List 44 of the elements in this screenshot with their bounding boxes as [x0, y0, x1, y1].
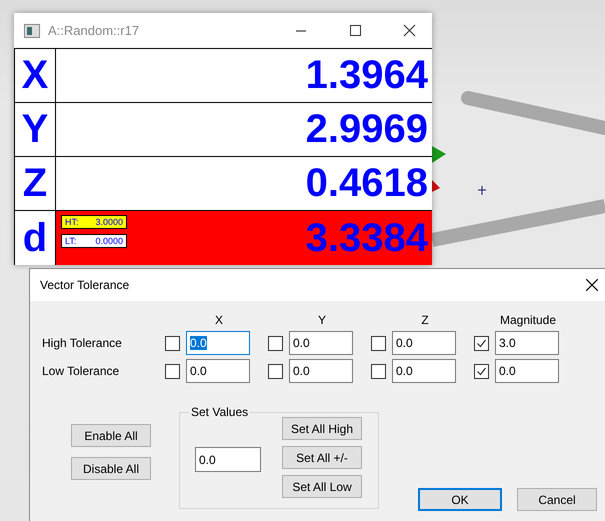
input-field[interactable]: 0.0	[495, 359, 559, 383]
row-label: High Tolerance	[42, 336, 123, 350]
tolerance-tag: HT: 3.0000	[61, 215, 127, 229]
column-header: Magnitude	[498, 313, 558, 327]
checkbox[interactable]	[474, 364, 489, 378]
toggle-button[interactable]: Enable All	[71, 424, 151, 447]
checkmark-icon	[476, 366, 487, 376]
column-header: Z	[420, 313, 430, 327]
dialog-title: Vector Tolerance	[40, 278, 130, 292]
column-header: X	[214, 313, 224, 327]
checkbox[interactable]	[268, 336, 283, 350]
set-button[interactable]: Set All High	[282, 417, 362, 440]
value-text: 0.4618	[306, 161, 428, 206]
input-field[interactable]: 0.0	[392, 331, 456, 355]
input-field[interactable]: 0.0	[289, 331, 353, 355]
input-field[interactable]: 0.0	[186, 359, 250, 383]
checkbox[interactable]	[474, 336, 489, 350]
checkbox[interactable]	[268, 364, 283, 378]
checkbox[interactable]	[371, 336, 386, 350]
set-button[interactable]: Set All +/-	[282, 446, 362, 469]
tolerance-tag: LT: 0.0000	[61, 234, 127, 248]
ok-button[interactable]: OK	[418, 488, 502, 511]
checkbox[interactable]	[165, 336, 180, 350]
input-field[interactable]: 3.0	[495, 331, 559, 355]
toggle-button[interactable]: Disable All	[71, 457, 151, 480]
input-field[interactable]: 0.0	[195, 447, 261, 472]
cross-marker-icon	[478, 186, 486, 196]
app-icon	[24, 24, 40, 38]
close-icon[interactable]	[586, 279, 598, 291]
input-field[interactable]: 0.0	[186, 331, 250, 355]
checkmark-icon	[476, 338, 487, 348]
value-text: 3.3384	[306, 216, 428, 260]
input-field[interactable]: 0.0	[392, 359, 456, 383]
value-text: 2.9969	[306, 107, 428, 152]
checkbox[interactable]	[371, 364, 386, 378]
cancel-button[interactable]: Cancel	[517, 488, 597, 511]
set-button[interactable]: Set All Low	[282, 475, 362, 498]
input-field[interactable]: 0.0	[289, 359, 353, 383]
group-title: Set Values	[190, 405, 250, 419]
checkbox[interactable]	[165, 364, 180, 378]
value-text: 1.3964	[306, 53, 428, 98]
column-header: Y	[316, 313, 327, 327]
row-label: Low Tolerance	[42, 364, 120, 378]
window-title: A::Random::r17	[48, 23, 140, 38]
